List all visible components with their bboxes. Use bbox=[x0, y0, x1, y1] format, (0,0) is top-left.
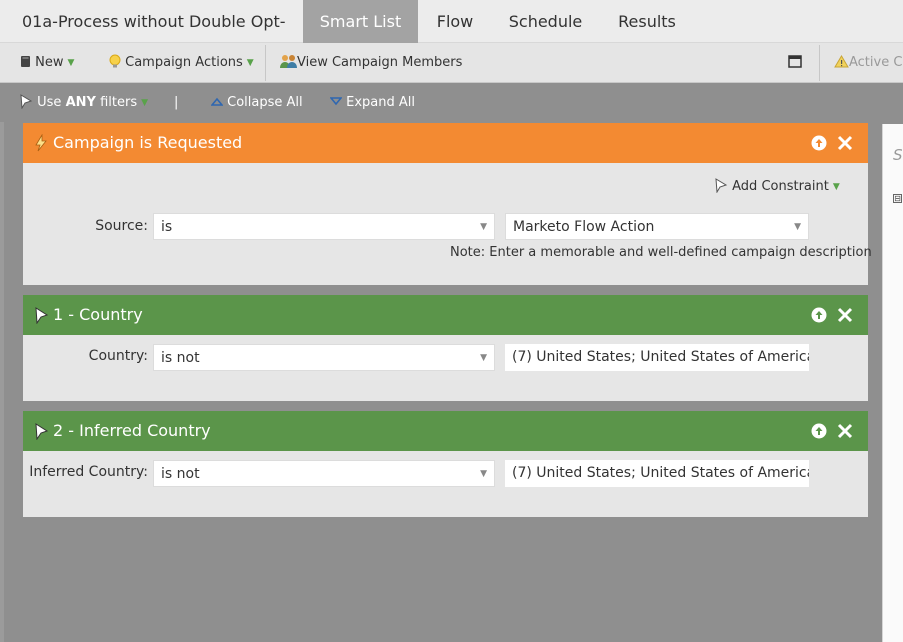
trigger-card-campaign-requested: Campaign is Requested Add Constraint ▼ So… bbox=[23, 123, 872, 285]
close-icon[interactable] bbox=[837, 135, 853, 151]
new-button[interactable]: New ▼ bbox=[20, 43, 74, 83]
source-label: Source: bbox=[95, 218, 148, 234]
filter-library-panel[interactable]: Se ⊟ bbox=[882, 124, 903, 642]
expand-all-button[interactable]: Expand All bbox=[330, 84, 415, 122]
inferred-country-label: Inferred Country: bbox=[29, 464, 148, 480]
view-members-label: View Campaign Members bbox=[297, 55, 463, 70]
warning-icon bbox=[834, 55, 849, 68]
chevron-down-icon: ▼ bbox=[480, 353, 487, 363]
tab-bar: 01a-Process without Double Opt-in Smart … bbox=[0, 0, 903, 74]
use-any-filters-button[interactable]: Use ANY filters ▼ bbox=[19, 84, 148, 122]
filter-body-country: Country: is not ▼ (7) United States; Unit… bbox=[23, 335, 868, 401]
move-up-icon[interactable] bbox=[811, 423, 827, 439]
source-operator-select[interactable]: is ▼ bbox=[153, 213, 495, 240]
filter-header-inferred-country[interactable]: 2 - Inferred Country bbox=[23, 411, 868, 451]
collapse-all-button[interactable]: Collapse All bbox=[211, 84, 303, 122]
filter-options-bar: Use ANY filters ▼ | Collapse All Expand A… bbox=[0, 84, 903, 122]
tab-smart-list[interactable]: Smart List bbox=[303, 0, 418, 43]
chevron-down-icon: ▼ bbox=[141, 98, 149, 108]
filter-funnel-icon bbox=[20, 94, 33, 109]
active-status[interactable]: Active Ca bbox=[834, 43, 903, 83]
move-up-icon[interactable] bbox=[811, 307, 827, 323]
trigger-header[interactable]: Campaign is Requested bbox=[23, 123, 868, 163]
filter-funnel-icon bbox=[715, 178, 728, 193]
source-operator-value: is bbox=[161, 219, 173, 235]
toolbar: New ▼ Campaign Actions ▼ View Campaign Mem… bbox=[0, 43, 903, 83]
use-suffix: filters bbox=[100, 95, 138, 110]
move-up-icon[interactable] bbox=[811, 135, 827, 151]
collapse-up-icon bbox=[211, 97, 223, 106]
campaign-actions-label: Campaign Actions bbox=[125, 55, 243, 70]
filter-card-country: 1 - Country Country: is not ▼ (7) United … bbox=[23, 295, 868, 401]
tab-schedule[interactable]: Schedule bbox=[498, 0, 593, 43]
country-values-field[interactable]: (7) United States; United States of Amer… bbox=[505, 344, 809, 371]
left-edge bbox=[0, 122, 4, 642]
view-campaign-members-button[interactable]: View Campaign Members bbox=[280, 43, 462, 83]
tab-flow[interactable]: Flow bbox=[424, 0, 486, 43]
trigger-body: Add Constraint ▼ Source: is ▼ Marketo Flow… bbox=[23, 163, 872, 285]
filterbar-divider: | bbox=[174, 95, 179, 110]
chevron-down-icon: ▼ bbox=[480, 222, 487, 232]
country-operator-select[interactable]: is not ▼ bbox=[153, 344, 495, 371]
campaign-note: Note: Enter a memorable and well-defined… bbox=[450, 245, 872, 260]
active-status-label: Active Ca bbox=[849, 55, 903, 70]
chevron-down-icon: ▼ bbox=[794, 222, 801, 232]
campaign-title-tab[interactable]: 01a-Process without Double Opt-in bbox=[0, 0, 300, 74]
people-icon bbox=[280, 55, 297, 68]
inferred-country-values-field[interactable]: (7) United States; United States of Amer… bbox=[505, 460, 809, 487]
filter-funnel-icon bbox=[35, 307, 49, 324]
window-toggle-button[interactable] bbox=[788, 43, 802, 83]
filter-title-inferred-country: 2 - Inferred Country bbox=[53, 421, 211, 440]
toolbar-divider bbox=[265, 45, 266, 81]
source-value: Marketo Flow Action bbox=[513, 219, 655, 235]
expand-down-icon bbox=[330, 97, 342, 106]
toolbar-divider bbox=[819, 45, 820, 81]
source-value-select[interactable]: Marketo Flow Action ▼ bbox=[505, 213, 809, 240]
expand-all-label: Expand All bbox=[346, 95, 416, 110]
chevron-down-icon: ▼ bbox=[67, 58, 75, 68]
use-any-keyword: ANY bbox=[65, 95, 96, 110]
campaign-actions-button[interactable]: Campaign Actions ▼ bbox=[109, 43, 254, 83]
search-label: Se bbox=[893, 146, 903, 164]
filter-card-inferred-country: 2 - Inferred Country Inferred Country: i… bbox=[23, 411, 868, 517]
filter-funnel-icon bbox=[35, 423, 49, 440]
inferred-country-operator-value: is not bbox=[161, 466, 200, 482]
add-constraint-button[interactable]: Add Constraint ▼ bbox=[714, 178, 840, 194]
filter-title-country: 1 - Country bbox=[53, 305, 143, 324]
inferred-country-operator-select[interactable]: is not ▼ bbox=[153, 460, 495, 487]
new-button-label: New bbox=[35, 55, 64, 70]
chevron-down-icon: ▼ bbox=[246, 58, 254, 68]
new-doc-icon bbox=[21, 56, 30, 67]
add-constraint-label: Add Constraint bbox=[732, 179, 829, 194]
window-icon bbox=[788, 55, 802, 68]
filter-body-inferred-country: Inferred Country: is not ▼ (7) United Sta… bbox=[23, 451, 868, 517]
country-label: Country: bbox=[88, 348, 148, 364]
chevron-down-icon: ▼ bbox=[832, 182, 840, 192]
filter-header-country[interactable]: 1 - Country bbox=[23, 295, 868, 335]
lightning-icon bbox=[35, 134, 47, 152]
close-icon[interactable] bbox=[837, 423, 853, 439]
collapse-all-label: Collapse All bbox=[227, 95, 303, 110]
country-operator-value: is not bbox=[161, 350, 200, 366]
chevron-down-icon: ▼ bbox=[480, 469, 487, 479]
lightbulb-icon bbox=[109, 54, 121, 68]
use-prefix: Use bbox=[37, 95, 62, 110]
collapse-tree-icon[interactable]: ⊟ bbox=[893, 194, 902, 203]
trigger-title: Campaign is Requested bbox=[53, 133, 243, 152]
tab-results[interactable]: Results bbox=[606, 0, 688, 43]
close-icon[interactable] bbox=[837, 307, 853, 323]
